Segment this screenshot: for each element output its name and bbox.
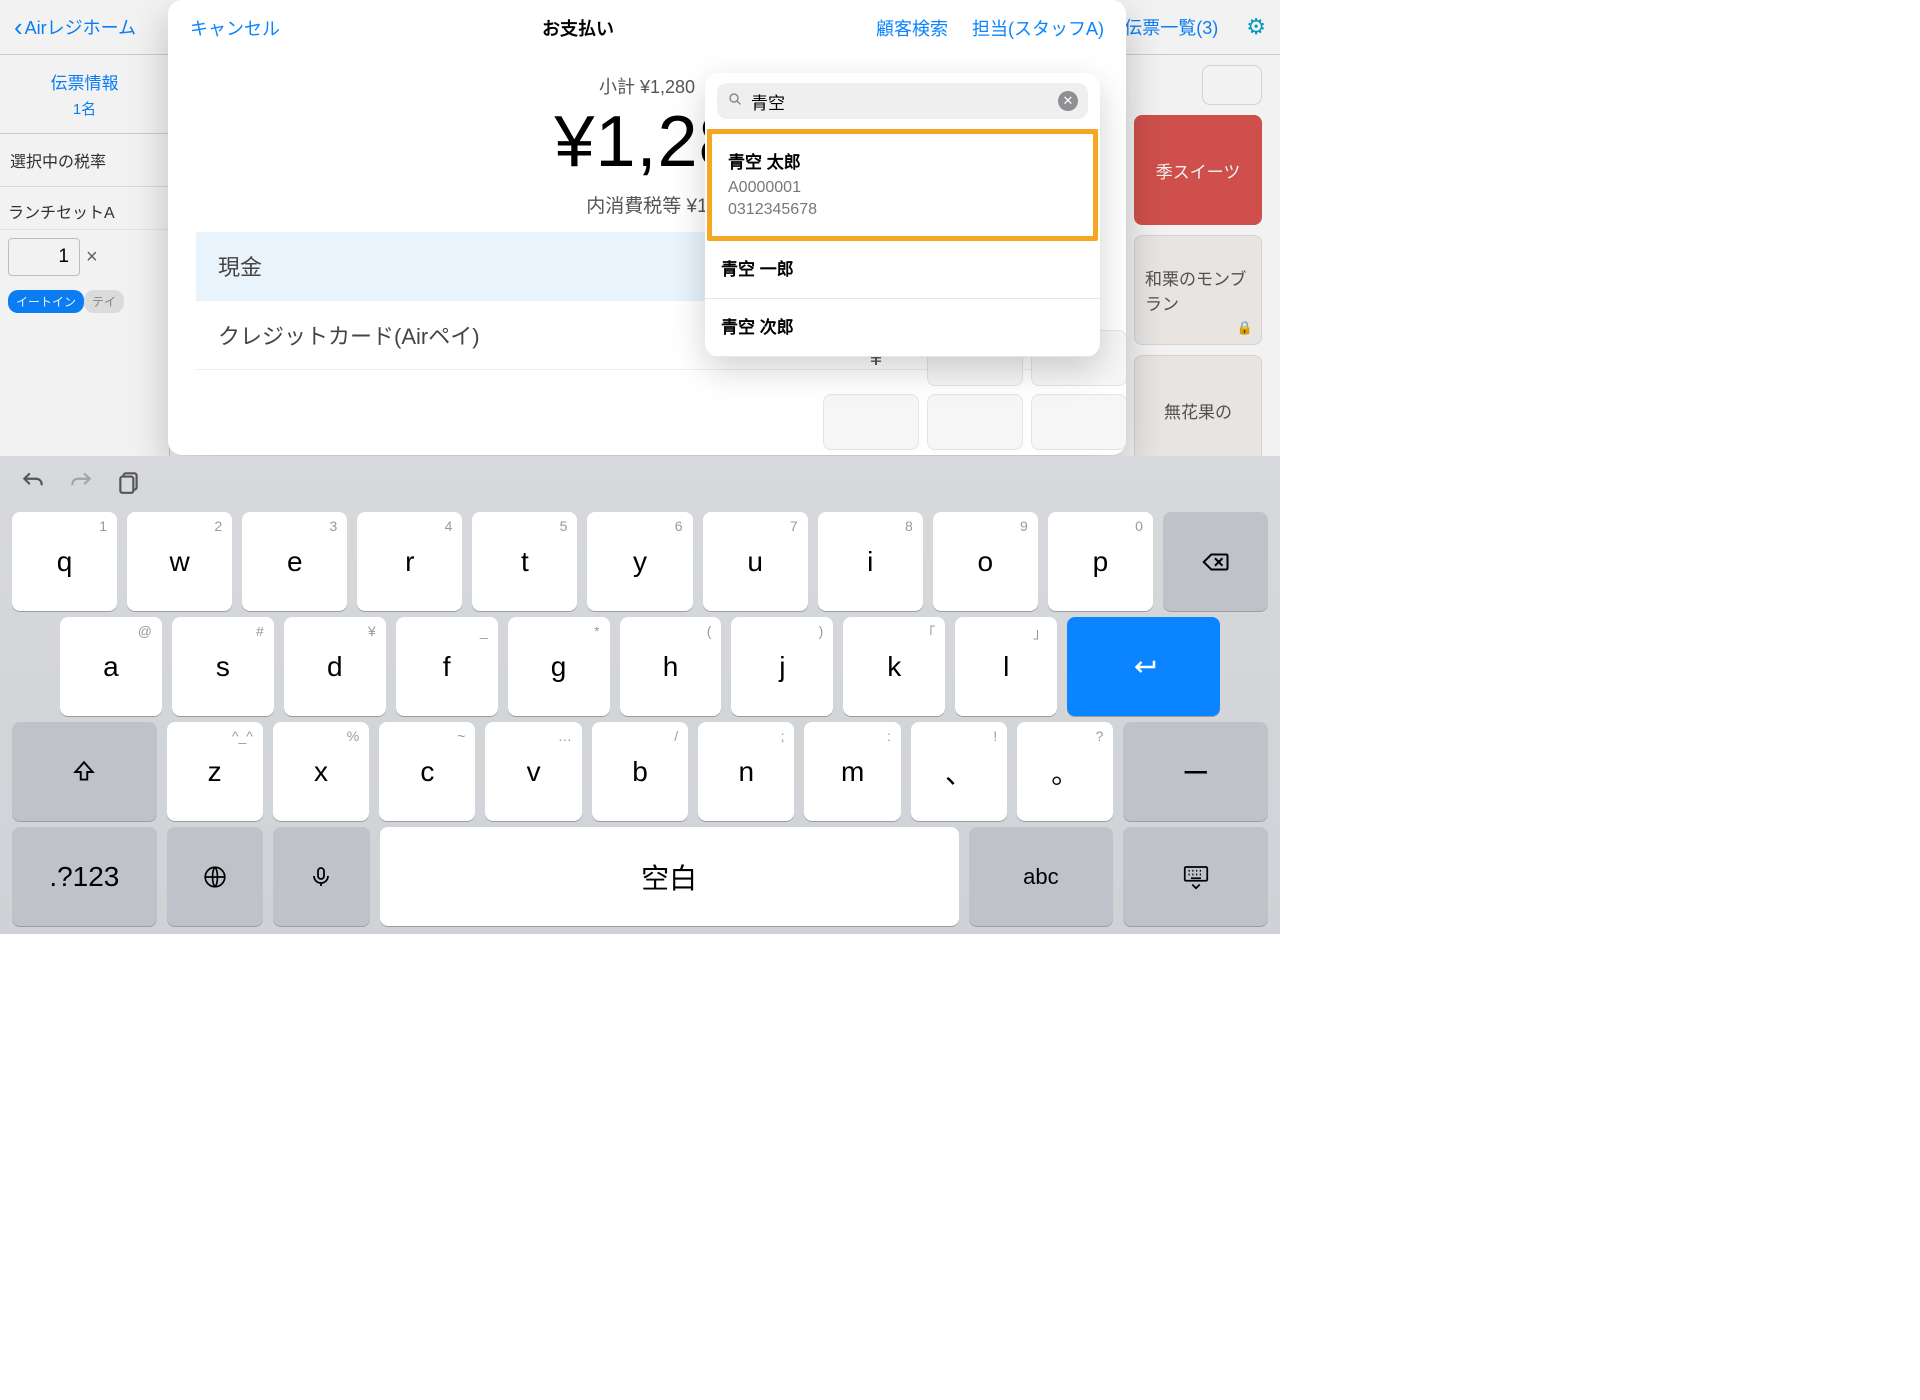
abc-key[interactable]: abc [969, 827, 1114, 926]
tag-takeout[interactable]: テイ [84, 290, 124, 313]
key-q[interactable]: 1q [12, 512, 117, 611]
key-w[interactable]: 2w [127, 512, 232, 611]
customer-code: A0000001 [728, 177, 1077, 199]
key-p[interactable]: 0p [1048, 512, 1153, 611]
slip-info-button[interactable]: 伝票情報 1名 [0, 55, 169, 134]
key-g[interactable]: *g [508, 617, 610, 716]
tile-label: 和栗のモンブラン [1145, 265, 1251, 315]
cancel-button[interactable]: キャンセル [190, 15, 280, 41]
back-label: Airレジホーム [25, 14, 136, 40]
key-i[interactable]: 8i [818, 512, 923, 611]
clear-icon[interactable]: ✕ [1058, 91, 1078, 111]
slip-info-title: 伝票情報 [8, 69, 161, 94]
key-y[interactable]: 6y [587, 512, 692, 611]
customer-search-popover: ✕ 青空 太郎 A0000001 0312345678 青空 一郎 青空 次郎 [705, 73, 1100, 357]
key-t[interactable]: 5t [472, 512, 577, 611]
key-c[interactable]: ~c [379, 722, 475, 821]
key-j[interactable]: )j [731, 617, 833, 716]
slip-list-link[interactable]: 伝票一覧(3) [1124, 14, 1218, 40]
back-button[interactable]: ‹ Airレジホーム [14, 14, 136, 40]
search-icon [727, 91, 743, 112]
customer-name: 青空 一郎 [721, 255, 1084, 280]
menu-tile-fig[interactable]: 無花果の [1134, 355, 1262, 465]
key-f[interactable]: _f [396, 617, 498, 716]
customer-phone: 0312345678 [728, 199, 1077, 221]
key-m[interactable]: :m [804, 722, 900, 821]
onscreen-keyboard: 1q2w3e4r5t6y7u8i9o0p @a#s¥d_f*g(h)j「k」l … [0, 456, 1280, 934]
numpad-key[interactable] [1031, 394, 1126, 450]
key-d[interactable]: ¥d [284, 617, 386, 716]
keyboard-toolbar [6, 462, 1274, 506]
numpad-key[interactable] [927, 394, 1023, 450]
dismiss-keyboard-key[interactable] [1123, 827, 1268, 926]
key-k[interactable]: 「k [843, 617, 945, 716]
key-o[interactable]: 9o [933, 512, 1038, 611]
tax-rate-row[interactable]: 選択中の税率 [0, 134, 169, 187]
key-h[interactable]: (h [620, 617, 722, 716]
payment-method-label: クレジットカード(Airペイ) [218, 319, 480, 351]
key-s[interactable]: #s [172, 617, 274, 716]
gear-icon[interactable]: ⚙ [1246, 14, 1266, 40]
redo-icon[interactable] [68, 469, 94, 500]
globe-key[interactable] [167, 827, 263, 926]
customer-result[interactable]: 青空 一郎 [705, 241, 1100, 299]
payment-method-label: 現金 [218, 250, 262, 282]
numpad-key[interactable] [823, 394, 919, 450]
key-r[interactable]: 4r [357, 512, 462, 611]
chevron-left-icon: ‹ [14, 14, 23, 40]
customer-name: 青空 次郎 [721, 313, 1084, 338]
customer-result-selected[interactable]: 青空 太郎 A0000001 0312345678 [707, 129, 1098, 241]
key-v[interactable]: …v [485, 722, 581, 821]
key-n[interactable]: ;n [698, 722, 794, 821]
multiply-icon: × [86, 246, 98, 269]
key-。[interactable]: ?。 [1017, 722, 1113, 821]
mic-key[interactable] [273, 827, 369, 926]
key-u[interactable]: 7u [703, 512, 808, 611]
customer-search-link[interactable]: 顧客検索 [876, 15, 948, 41]
menu-tile-montblanc[interactable]: 和栗のモンブラン 🔒 [1134, 235, 1262, 345]
line-item[interactable]: ランチセットA [0, 187, 169, 230]
customer-search-input[interactable] [751, 91, 1050, 111]
key-a[interactable]: @a [60, 617, 162, 716]
key-x[interactable]: %x [273, 722, 369, 821]
customer-result[interactable]: 青空 次郎 [705, 299, 1100, 357]
key-、[interactable]: !、 [911, 722, 1007, 821]
clipboard-icon[interactable] [116, 469, 142, 500]
shift-key[interactable] [12, 722, 157, 821]
dash-key[interactable]: ー [1123, 722, 1268, 821]
customer-search-field[interactable]: ✕ [717, 83, 1088, 119]
staff-link[interactable]: 担当(スタッフA) [972, 15, 1104, 41]
tag-eatin[interactable]: イートイン [8, 290, 84, 313]
enter-key[interactable] [1067, 617, 1220, 716]
modal-title: お支払い [542, 15, 614, 41]
slip-info-sub: 1名 [8, 98, 161, 119]
backspace-key[interactable] [1163, 512, 1268, 611]
lock-icon: 🔒 [1237, 320, 1253, 336]
customer-name: 青空 太郎 [728, 148, 1077, 173]
key-b[interactable]: /b [592, 722, 688, 821]
undo-icon[interactable] [20, 469, 46, 500]
key-e[interactable]: 3e [242, 512, 347, 611]
menu-tile-sweets[interactable]: 季スイーツ [1134, 115, 1262, 225]
quantity-input[interactable]: 1 [8, 238, 80, 276]
key-l[interactable]: 」l [955, 617, 1057, 716]
bg-search-box[interactable] [1202, 65, 1262, 105]
space-key[interactable]: 空白 [380, 827, 959, 926]
numeric-mode-key[interactable]: .?123 [12, 827, 157, 926]
key-z[interactable]: ^_^z [167, 722, 263, 821]
